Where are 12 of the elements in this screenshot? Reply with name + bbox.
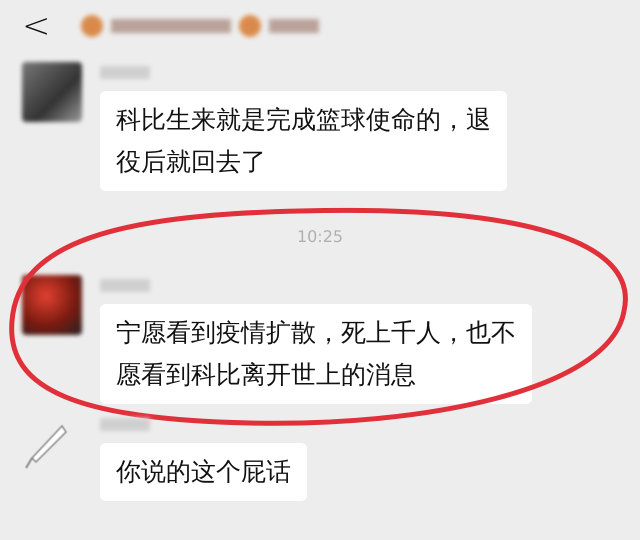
blurred-name (100, 418, 150, 431)
message-text: 你说的这个屁话 (116, 456, 291, 488)
avatar[interactable] (22, 62, 82, 122)
blurred-name (100, 279, 150, 292)
back-button[interactable]: < (22, 9, 50, 43)
time-label: 10:25 (296, 226, 344, 246)
message-text: 科比生来就是完成篮球使命的，退 (116, 104, 491, 136)
message-text: 宁愿看到疫情扩散，死上千人，也不 (116, 317, 516, 349)
avatar[interactable] (22, 275, 82, 335)
blurred-name (100, 66, 150, 79)
message-text: 役后就回去了 (116, 146, 267, 178)
message-text: 愿看到科比离开世上的消息 (116, 359, 417, 391)
